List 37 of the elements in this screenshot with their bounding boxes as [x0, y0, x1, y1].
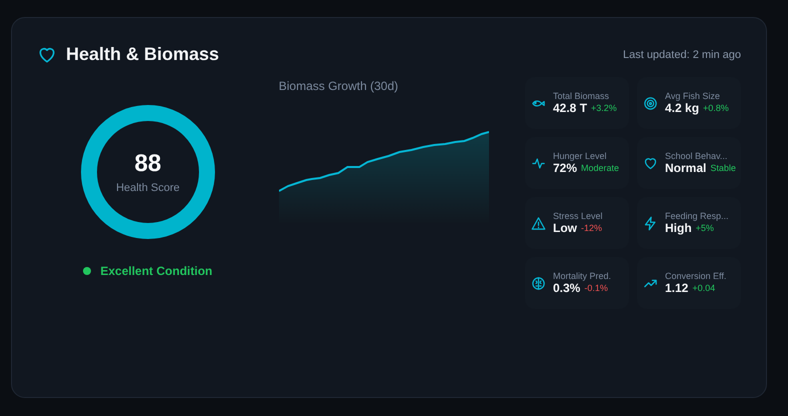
metric-label: Mortality Pred.: [553, 271, 612, 281]
status-dot: [83, 267, 92, 275]
metric-change: Stable: [710, 163, 736, 173]
metric-change: -12%: [581, 223, 602, 233]
metric-value: 4.2 kg: [665, 101, 700, 115]
metric-change: +3.2%: [591, 103, 617, 113]
last-updated-text: Last updated: 2 min ago: [622, 48, 741, 60]
warning-icon: [531, 216, 546, 230]
metric-label: Stress Level: [553, 211, 603, 221]
health-score-label: Health Score: [116, 182, 180, 194]
metric-change: +0.04: [692, 283, 716, 293]
metric-change: +5%: [696, 223, 714, 233]
metric-value: 1.12: [665, 281, 688, 295]
metric-change: +0.8%: [703, 103, 729, 113]
metric-value: Normal: [665, 161, 706, 175]
metric-label: Total Biomass: [553, 91, 610, 101]
brain-icon: [531, 276, 546, 290]
pulse-icon: [531, 156, 546, 170]
metric-label: Hunger Level: [553, 151, 608, 161]
metric-label: Conversion Eff.: [665, 271, 726, 281]
target-icon: [643, 96, 658, 110]
metric-label: School Behav...: [665, 151, 728, 161]
metric-value: Low: [553, 221, 577, 235]
metric-change: -0.1%: [584, 283, 608, 293]
condition-status: Excellent Condition: [100, 264, 212, 278]
heart-icon: [643, 156, 658, 170]
metric-label: Avg Fish Size: [665, 91, 721, 101]
lightning-icon: [643, 216, 658, 230]
metric-label: Feeding Resp...: [665, 211, 729, 221]
metric-change: Moderate: [581, 163, 620, 173]
card-title: Health & Biomass: [66, 44, 220, 65]
metric-value: 0.3%: [553, 281, 580, 295]
metric-value: 42.8 T: [553, 101, 588, 115]
metric-value: 72%: [553, 161, 578, 175]
health-score-value: 88: [134, 150, 162, 178]
chart-title: Biomass Growth (30d): [278, 79, 398, 93]
metric-value: High: [665, 221, 692, 235]
